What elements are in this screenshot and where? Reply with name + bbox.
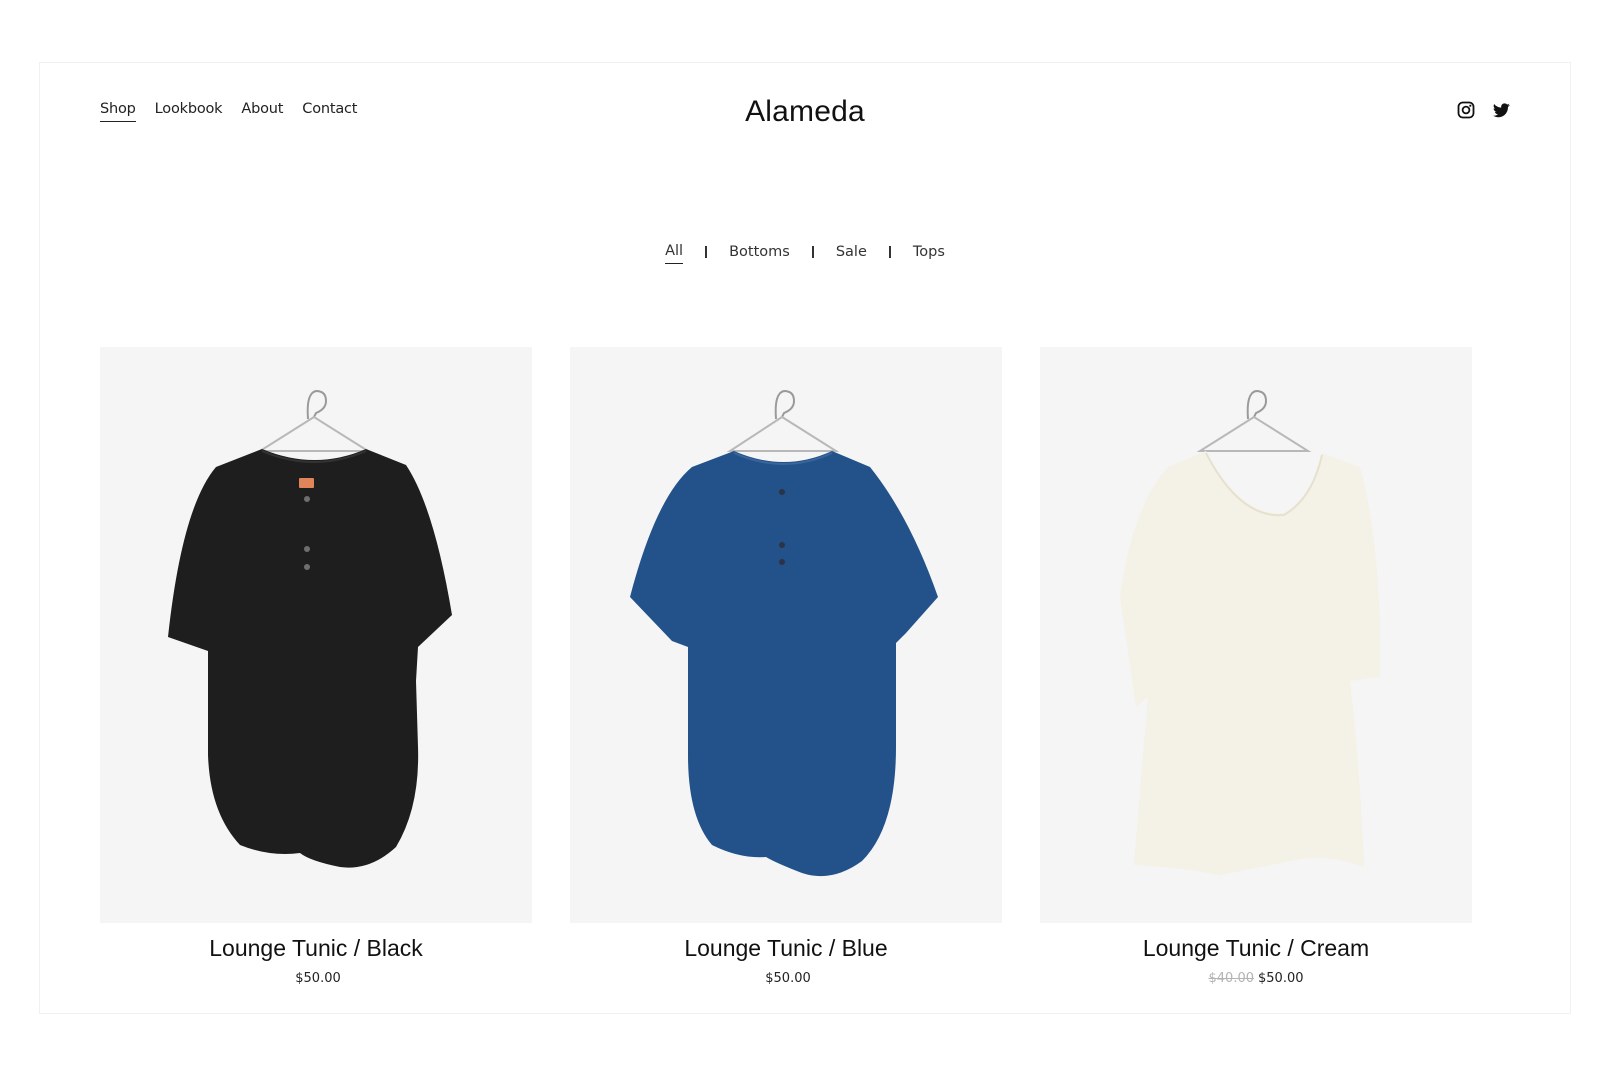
filter-all[interactable]: All bbox=[665, 243, 684, 264]
product-price: $50.00 bbox=[570, 971, 1002, 986]
filter-tops[interactable]: Tops bbox=[913, 244, 945, 264]
filter-divider bbox=[811, 245, 814, 258]
product-card-cream[interactable]: Lounge Tunic / Cream $40.00 $50.00 bbox=[1040, 347, 1472, 986]
product-image[interactable] bbox=[100, 347, 532, 923]
page-frame: Shop Lookbook About Contact Alameda All bbox=[39, 62, 1571, 1014]
social-links bbox=[1457, 101, 1510, 119]
product-grid: Lounge Tunic / Black $50.00 Lounge Tunic… bbox=[100, 347, 1472, 986]
product-card-blue[interactable]: Lounge Tunic / Blue $50.00 bbox=[570, 347, 1002, 986]
product-price: $40.00 $50.00 bbox=[1040, 971, 1472, 986]
product-card-black[interactable]: Lounge Tunic / Black $50.00 bbox=[100, 347, 532, 986]
tunic-shape bbox=[168, 449, 452, 868]
filter-bottoms[interactable]: Bottoms bbox=[729, 244, 790, 264]
instagram-icon[interactable] bbox=[1457, 101, 1475, 119]
current-price: $50.00 bbox=[1258, 971, 1304, 986]
product-price: $50.00 bbox=[100, 971, 532, 986]
filter-divider bbox=[888, 245, 891, 258]
tunic-shape bbox=[630, 451, 938, 877]
site-header: Shop Lookbook About Contact Alameda bbox=[40, 63, 1570, 173]
current-price: $50.00 bbox=[765, 971, 811, 986]
product-title[interactable]: Lounge Tunic / Blue bbox=[570, 935, 1002, 962]
product-title[interactable]: Lounge Tunic / Black bbox=[100, 935, 532, 962]
category-filter: All Bottoms Sale Tops bbox=[40, 243, 1570, 264]
product-image[interactable] bbox=[1040, 347, 1472, 923]
filter-sale[interactable]: Sale bbox=[836, 244, 867, 264]
original-price: $40.00 bbox=[1208, 971, 1255, 986]
current-price: $50.00 bbox=[295, 971, 341, 986]
product-title[interactable]: Lounge Tunic / Cream bbox=[1040, 935, 1472, 962]
site-logo[interactable]: Alameda bbox=[40, 95, 1570, 129]
twitter-icon[interactable] bbox=[1493, 102, 1510, 118]
filter-divider bbox=[705, 245, 708, 258]
product-image[interactable] bbox=[570, 347, 1002, 923]
tunic-shape bbox=[1120, 451, 1381, 875]
